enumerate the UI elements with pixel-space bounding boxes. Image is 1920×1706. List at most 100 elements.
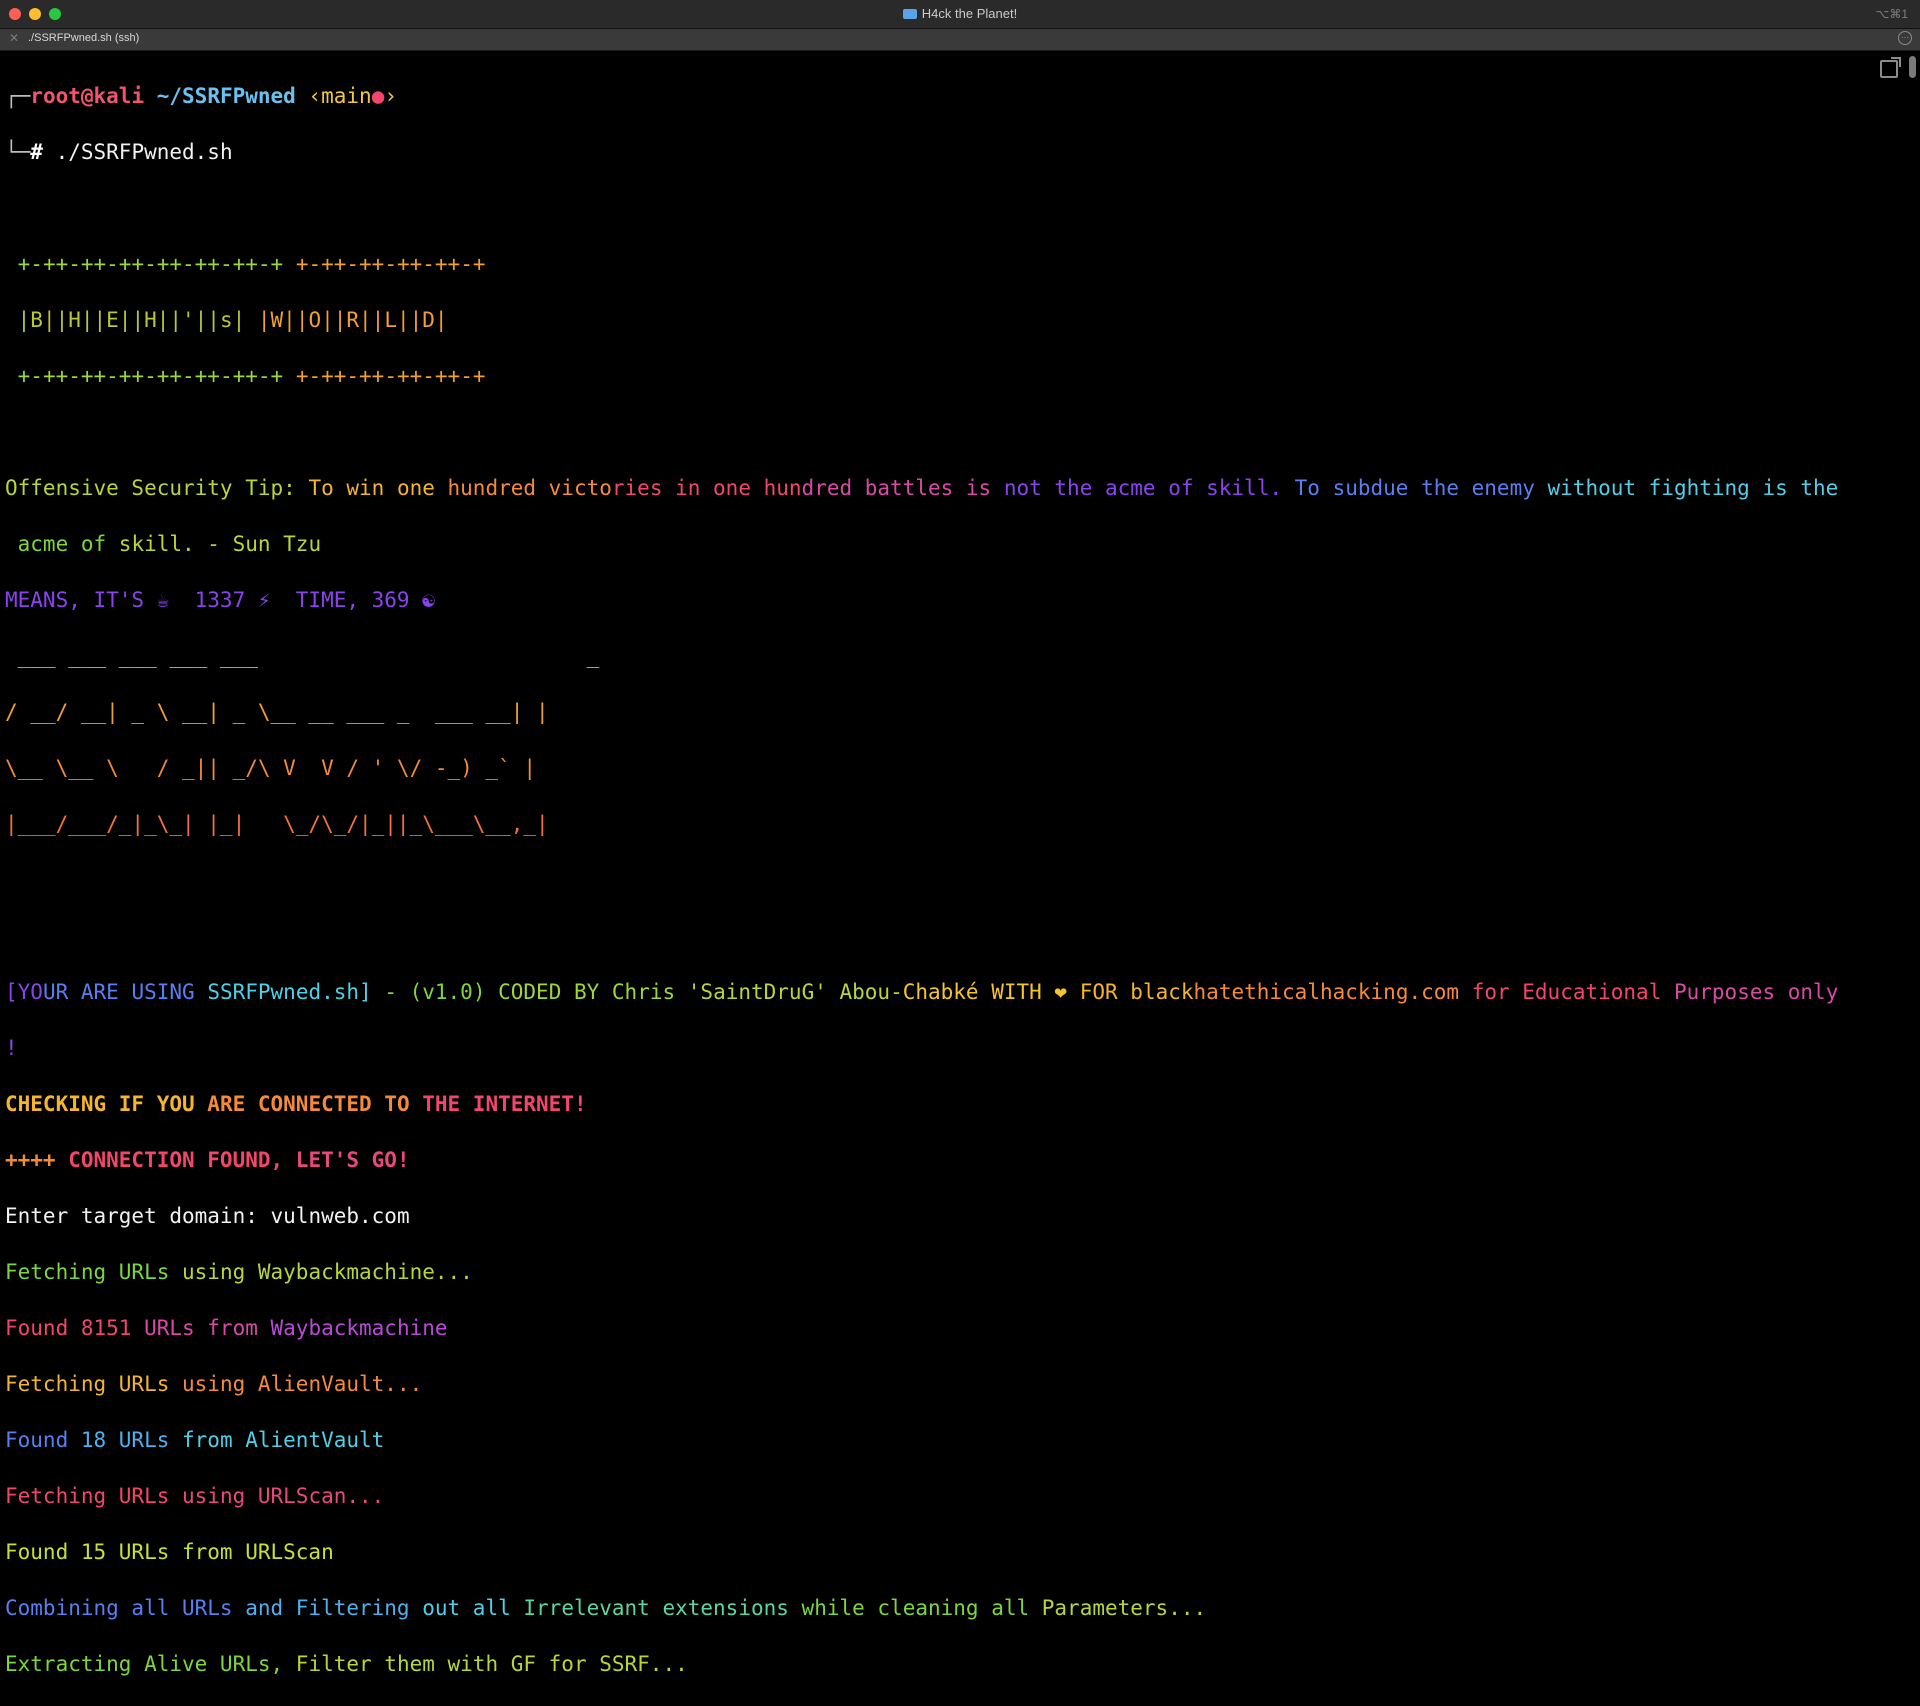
banner-border-bottom: +-++-++-++-++-++-++-+ +-++-++-++-++-+: [5, 362, 1890, 390]
banner-border-left: +-++-++-++-++-++-++-+: [17, 252, 284, 276]
terminal-output[interactable]: ┌─root@kali ~/SSRFPwned ‹main●› └─# ./SS…: [5, 54, 1890, 1706]
banner-border-left: +-++-++-++-++-++-++-+: [17, 364, 284, 388]
banner-border-right: +-++-++-++-++-+: [295, 364, 486, 388]
log-text: using AlienVault...: [182, 1372, 423, 1396]
tip-label: Offensive Security Tip:: [5, 476, 296, 500]
log-text: and Filtering: [245, 1596, 423, 1620]
checking-line: CHECKING IF YOU ARE CONNECTED TO THE INT…: [5, 1090, 1890, 1118]
prompt-corner-bottom: └─: [5, 140, 31, 164]
git-branch: ‹main: [308, 84, 372, 108]
window-title: H4ck the Planet!: [0, 6, 1920, 21]
using-text-9: hatethicalhacking.com: [1193, 980, 1472, 1004]
means-text: MEANS, IT'S ☕ 1337 ⚡ TIME, 369 ☯: [5, 588, 435, 612]
checking-text-1: CHECKING IF YOU: [5, 1092, 208, 1116]
window-shortcut: ⌥⌘1: [1875, 7, 1908, 21]
using-text-7: Chabké WITH ❤: [902, 980, 1080, 1004]
log-text: Extracting Alive URLs,: [5, 1652, 296, 1676]
log-text: Fetching URLs: [5, 1484, 183, 1508]
using-text-4: - (v1.0): [384, 980, 499, 1004]
using-text-6: 'SaintDruG' Abou-: [687, 980, 903, 1004]
log-text: Found 8151: [5, 1316, 145, 1340]
ascii-art-text: / __/ __| _ \ __| _ \__ __ ___ _ ___ __|…: [5, 700, 549, 724]
using-text-8: FOR black: [1079, 980, 1194, 1004]
log-text: Waybackmachine: [270, 1316, 448, 1340]
prompt-path: ~/SSRFPwned: [156, 84, 296, 108]
window-title-text: H4ck the Planet!: [921, 6, 1018, 21]
git-dirty-indicator: ●: [371, 84, 385, 108]
tip-text-5: not the acme of skill.: [1003, 476, 1295, 500]
banner-words: |B||H||E||H||'||s| |W||O||R||L||D|: [5, 306, 1890, 334]
connection-text-2: CONNECTION FOUND,: [68, 1148, 296, 1172]
target-domain-prompt[interactable]: Enter target domain: vulnweb.com: [5, 1202, 1890, 1230]
connection-found-line: ++++ CONNECTION FOUND, LET'S GO!: [5, 1146, 1890, 1174]
tip-text-9: skill. - Sun Tzu: [118, 532, 322, 556]
log-combining: Combining all URLs and Filtering out all…: [5, 1594, 1890, 1622]
prompt-corner-top: ┌─: [5, 84, 31, 108]
tip-text-1: To win one: [295, 476, 448, 500]
tip-text-7: without fighting is the: [1547, 476, 1839, 500]
log-text: Found: [5, 1428, 81, 1452]
tip-line-1: Offensive Security Tip: To win one hundr…: [5, 474, 1890, 502]
ascii-art-2: / __/ __| _ \ __| _ \__ __ ___ _ ___ __|…: [5, 698, 1890, 726]
tab-bar: ✕ ./SSRFPwned.sh (ssh) ···: [0, 29, 1920, 51]
ascii-art-1: ___ ___ ___ ___ ___ _: [5, 642, 1890, 670]
log-found-alienvault: Found 18 URLs from AlientVault: [5, 1426, 1890, 1454]
title-bar: H4ck the Planet! ⌥⌘1: [0, 0, 1920, 29]
tip-text-8: acme of: [5, 532, 119, 556]
ascii-art-text: |___/___/_|_\_| |_| \_/\_/|_||_\___\__,_…: [5, 812, 549, 836]
using-line-wrap: !: [5, 1034, 1890, 1062]
connection-text-3: LET'S GO!: [295, 1148, 410, 1172]
log-text: from AlientVault: [182, 1428, 385, 1452]
log-text: URLs from: [144, 1316, 271, 1340]
prompt-user: root@kali: [30, 84, 145, 108]
means-line: MEANS, IT'S ☕ 1337 ⚡ TIME, 369 ☯: [5, 586, 1890, 614]
log-text: Combining all URLs: [5, 1596, 246, 1620]
log-text: using URLScan...: [182, 1484, 385, 1508]
log-found-urlscan: Found 15 URLs from URLScan: [5, 1538, 1890, 1566]
tip-text-3: ries in one hun: [611, 476, 802, 500]
log-text: 18 URLs: [80, 1428, 183, 1452]
tip-text-4: dred battles is: [801, 476, 1004, 500]
using-text-3: SSRFPwned.sh]: [207, 980, 385, 1004]
banner-border-top: +-++-++-++-++-++-++-+ +-++-++-++-++-+: [5, 250, 1890, 278]
log-text: Filter them with GF for SSRF...: [295, 1652, 688, 1676]
ascii-art-3: \__ \__ \ / _|| _/\ V V / ' \/ -_) _` |: [5, 754, 1890, 782]
log-fetch-urlscan: Fetching URLs using URLScan...: [5, 1482, 1890, 1510]
prompt-command: ./SSRFPwned.sh: [55, 140, 233, 164]
tab-ssh-session[interactable]: ./SSRFPwned.sh (ssh): [28, 32, 139, 44]
prompt-line-1: ┌─root@kali ~/SSRFPwned ‹main●›: [5, 82, 1890, 110]
log-text: Parameters...: [1041, 1596, 1207, 1620]
log-fetch-alienvault: Fetching URLs using AlienVault...: [5, 1370, 1890, 1398]
banner-word-1: |B||H||E||H||'||s|: [17, 308, 246, 332]
using-text-5: CODED BY Chris: [498, 980, 688, 1004]
tip-line-2: acme of skill. - Sun Tzu: [5, 530, 1890, 558]
using-text-11: Purposes only: [1673, 980, 1839, 1004]
tab-options-icon[interactable]: ···: [1898, 31, 1912, 45]
target-domain-input[interactable]: vulnweb.com: [271, 1204, 410, 1228]
log-found-wayback: Found 8151 URLs from Waybackmachine: [5, 1314, 1890, 1342]
log-text: while cleaning all: [801, 1596, 1042, 1620]
log-fetch-wayback: Fetching URLs using Waybackmachine...: [5, 1258, 1890, 1286]
ascii-art-text: ___ ___ ___ ___ ___ _: [5, 644, 600, 668]
scrollbar-thumb[interactable]: [1909, 56, 1916, 78]
banner-border-right: +-++-++-++-++-+: [295, 252, 486, 276]
log-text: out all: [422, 1596, 524, 1620]
folder-icon: [902, 9, 917, 19]
tip-text-2: hundred victo: [447, 476, 612, 500]
tip-text-6: To subdue the enemy: [1294, 476, 1548, 500]
ascii-art-text: \__ \__ \ / _|| _/\ V V / ' \/ -_) _` |: [5, 756, 537, 780]
checking-text-2: ARE CONNECTED TO: [207, 1092, 423, 1116]
git-branch-end: ›: [384, 84, 398, 108]
using-line: [YOUR ARE USING SSRFPwned.sh] - (v1.0) C…: [5, 978, 1890, 1006]
using-text-2: UR ARE USING: [42, 980, 208, 1004]
log-text: Found 15 URLs from URLScan: [5, 1540, 334, 1564]
checking-text-3: THE INTERNET!: [422, 1092, 587, 1116]
log-text: Irrelevant extensions: [523, 1596, 802, 1620]
tab-close-icon[interactable]: ✕: [9, 31, 19, 45]
log-extracting: Extracting Alive URLs, Filter them with …: [5, 1650, 1890, 1678]
banner-word-2: |W||O||R||L||D|: [257, 308, 448, 332]
